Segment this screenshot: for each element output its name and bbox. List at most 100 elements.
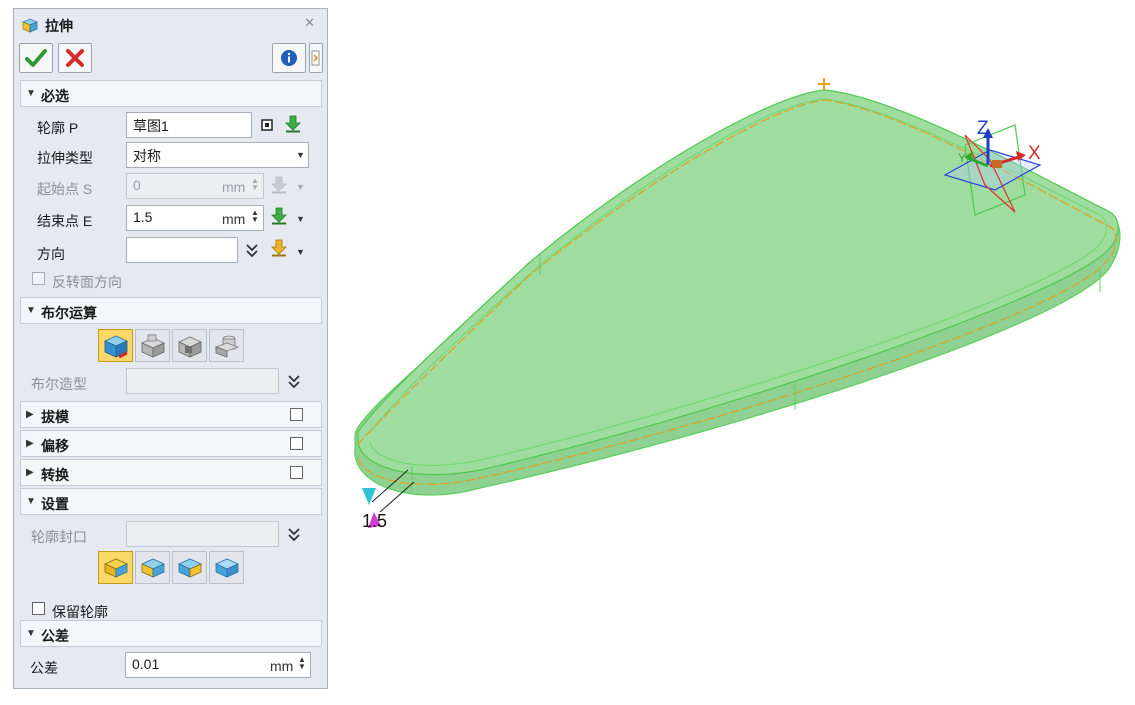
offset-checkbox[interactable] (290, 437, 303, 450)
transform-checkbox[interactable] (290, 466, 303, 479)
direction-label: 方向 (37, 246, 65, 262)
3d-viewport[interactable]: Z X Y 1.5 (335, 0, 1135, 705)
collapse-arrow-icon: ▼ (26, 305, 36, 316)
section-title: 布尔运算 (41, 305, 97, 321)
section-offset[interactable]: ▶ 偏移 (20, 430, 322, 457)
arrow-right-icon (311, 50, 320, 66)
expand-arrow-icon: ▶ (26, 409, 34, 420)
boolean-add-button[interactable] (135, 329, 170, 362)
axis-y-label: Y (958, 151, 966, 165)
collapse-arrow-icon: ▼ (26, 88, 36, 99)
cap-end-button[interactable] (172, 551, 207, 584)
expand-arrow-icon: ▶ (26, 438, 34, 449)
square-select-icon (261, 119, 273, 131)
green-arrow-down-icon (285, 115, 301, 133)
draft-checkbox[interactable] (290, 408, 303, 421)
section-transform[interactable]: ▶ 转换 (20, 459, 322, 486)
pick-profile-button[interactable] (284, 115, 302, 133)
cap-none-button[interactable] (209, 551, 244, 584)
double-chevron-down-icon[interactable] (286, 373, 302, 391)
profile-input[interactable]: 草图1 (126, 112, 252, 138)
cap-end-icon (177, 558, 202, 578)
section-boolean[interactable]: ▼ 布尔运算 (20, 297, 322, 324)
section-title: 偏移 (41, 438, 69, 454)
pick-end-button[interactable] (270, 207, 288, 225)
close-icon[interactable]: ✕ (304, 15, 315, 31)
section-draft[interactable]: ▶ 拔模 (20, 401, 322, 428)
cap-none-icon (214, 558, 239, 578)
dropdown-caret-icon[interactable]: ▼ (296, 247, 305, 257)
dropdown-caret-icon[interactable]: ▼ (296, 182, 305, 192)
boolean-shape-label: 布尔造型 (31, 376, 87, 392)
add-body-icon (140, 334, 165, 358)
cap-both-icon (103, 558, 128, 578)
start-spinner[interactable]: ▲ ▼ (250, 177, 260, 192)
pick-direction-button[interactable] (270, 239, 288, 257)
dropdown-caret-icon: ▼ (296, 150, 305, 160)
section-title: 转换 (41, 467, 69, 483)
double-chevron-down-icon[interactable] (286, 526, 302, 544)
intersect-body-icon (214, 335, 239, 358)
section-title: 必选 (41, 88, 69, 104)
reverse-face-label: 反转面方向 (52, 274, 122, 290)
tolerance-unit: mm (270, 658, 294, 674)
settings-body: 轮廓封口 保留轮廓 (20, 516, 322, 620)
section-title: 拔模 (41, 409, 69, 425)
axis-x-label: X (1028, 143, 1041, 164)
cross-icon (66, 49, 84, 67)
section-required[interactable]: ▼ 必选 (20, 80, 322, 107)
axis-z-label: Z (977, 118, 989, 139)
section-settings[interactable]: ▼ 设置 (20, 488, 322, 515)
profile-cap-label: 轮廓封口 (31, 529, 87, 545)
keep-profile-label: 保留轮廓 (52, 604, 108, 620)
base-body-icon (103, 335, 128, 358)
green-arrow-down-icon (271, 176, 287, 194)
expand-panel-button[interactable] (309, 43, 323, 73)
boolean-base-button[interactable] (98, 329, 133, 362)
required-body: 轮廓 P 草图1 拉伸类型 对称 ▼ 起始点 S 0 mm ▲ ▼ ▼ 结束点 … (20, 108, 322, 295)
reverse-face-checkbox[interactable] (32, 272, 45, 285)
end-spinner[interactable]: ▲ ▼ (250, 209, 260, 224)
collapse-arrow-icon: ▼ (26, 496, 36, 507)
keep-profile-checkbox[interactable] (32, 602, 45, 615)
cap-start-button[interactable] (135, 551, 170, 584)
tolerance-label: 公差 (30, 660, 58, 676)
pick-start-button[interactable] (270, 176, 288, 194)
profile-label: 轮廓 P (37, 120, 79, 136)
ok-button[interactable] (19, 43, 53, 73)
boolean-intersect-button[interactable] (209, 329, 244, 362)
cap-start-icon (140, 558, 165, 578)
cancel-button[interactable] (58, 43, 92, 73)
start-point-label: 起始点 S (37, 181, 93, 197)
cap-both-button[interactable] (98, 551, 133, 584)
yellow-arrow-down-icon (271, 239, 287, 257)
select-entity-button[interactable] (258, 116, 276, 134)
start-unit: mm (222, 179, 246, 195)
remove-body-icon (177, 336, 202, 358)
collapse-arrow-icon: ▼ (26, 628, 36, 639)
direction-input[interactable] (126, 237, 238, 263)
dropdown-caret-icon[interactable]: ▼ (296, 214, 305, 224)
boolean-body: 布尔造型 (20, 325, 322, 399)
section-tolerance[interactable]: ▼ 公差 (20, 620, 322, 647)
panel-title: 拉伸 (45, 18, 73, 34)
origin-marker (818, 78, 830, 90)
extruded-solid[interactable] (354, 89, 1121, 496)
info-icon (281, 50, 297, 66)
double-chevron-down-icon[interactable] (244, 242, 260, 260)
extrude-panel: 拉伸 ✕ ▼ 必选 轮廓 P 草图1 拉伸类型 对称 ▼ 起始点 S 0 mm … (13, 8, 328, 689)
section-title: 设置 (41, 496, 69, 512)
end-unit: mm (222, 211, 246, 227)
tolerance-spinner[interactable]: ▲ ▼ (297, 656, 307, 671)
green-arrow-down-icon (271, 207, 287, 225)
boolean-remove-button[interactable] (172, 329, 207, 362)
section-title: 公差 (41, 628, 69, 644)
dimension-value[interactable]: 1.5 (362, 511, 387, 531)
boolean-shape-input[interactable] (126, 368, 279, 394)
end-point-label: 结束点 E (37, 213, 93, 229)
info-button[interactable] (272, 43, 306, 73)
extrude-icon (21, 16, 39, 37)
profile-cap-input[interactable] (126, 521, 279, 547)
panel-titlebar: 拉伸 ✕ (14, 9, 327, 39)
extrude-type-select[interactable]: 对称 (126, 142, 309, 168)
